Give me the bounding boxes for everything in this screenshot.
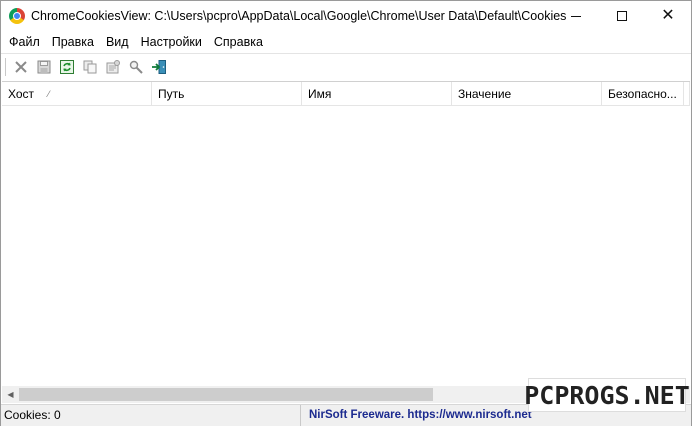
menu-edit[interactable]: Правка — [46, 32, 100, 52]
copy-icon — [83, 60, 96, 73]
exit-button[interactable] — [148, 57, 169, 77]
menu-help[interactable]: Справка — [208, 32, 269, 52]
title-bar[interactable]: ChromeCookiesView: C:\Users\pcpro\AppDat… — [1, 1, 691, 31]
save-button[interactable] — [33, 57, 54, 77]
save-icon — [37, 60, 50, 73]
column-label-value: Значение — [458, 87, 512, 101]
column-header-secure[interactable]: Безопасно... — [602, 82, 684, 106]
close-icon: ✕ — [661, 7, 675, 24]
column-label-name: Имя — [308, 87, 332, 101]
cookies-list[interactable]: Хост ⁄ Путь Имя Значение Безопасно... ◀ … — [2, 81, 690, 403]
cookies-count: Cookies: 0 — [1, 404, 301, 426]
app-window: ChromeCookiesView: C:\Users\pcpro\AppDat… — [0, 0, 692, 426]
delete-button[interactable] — [10, 57, 31, 77]
close-button[interactable]: ✕ — [645, 1, 691, 31]
menu-file[interactable]: Файл — [3, 32, 46, 52]
list-body[interactable] — [2, 106, 690, 386]
sort-ascending-icon: ⁄ — [48, 89, 50, 99]
scrollbar-thumb[interactable] — [19, 388, 433, 401]
exit-icon — [151, 59, 166, 74]
column-header-overflow[interactable] — [684, 82, 690, 106]
chrome-app-icon — [9, 8, 25, 24]
column-label-path: Путь — [158, 87, 185, 101]
delete-icon — [14, 60, 27, 73]
column-header-value[interactable]: Значение — [452, 82, 602, 106]
column-header-path[interactable]: Путь — [152, 82, 302, 106]
toolbar-separator — [5, 57, 6, 76]
column-header-name[interactable]: Имя — [302, 82, 452, 106]
maximize-button[interactable] — [599, 1, 645, 31]
properties-button[interactable] — [102, 57, 123, 77]
find-button[interactable] — [125, 57, 146, 77]
refresh-icon — [59, 59, 74, 74]
watermark-logo: PCPROGS.NET — [524, 378, 690, 412]
menu-options[interactable]: Настройки — [135, 32, 208, 52]
nirsoft-link[interactable]: NirSoft Freeware. https://www.nirsoft.ne… — [301, 405, 532, 426]
column-header-host[interactable]: Хост ⁄ — [2, 82, 152, 106]
list-header: Хост ⁄ Путь Имя Значение Безопасно... — [2, 82, 690, 106]
find-icon — [129, 60, 143, 74]
column-label-secure: Безопасно... — [608, 87, 677, 101]
properties-icon — [106, 59, 120, 73]
menu-view[interactable]: Вид — [100, 32, 135, 52]
minimize-icon — [571, 15, 581, 17]
refresh-button[interactable] — [56, 57, 77, 77]
column-label-host: Хост — [8, 87, 35, 101]
toolbar — [1, 53, 691, 79]
copy-button[interactable] — [79, 57, 100, 77]
window-title: ChromeCookiesView: C:\Users\pcpro\AppDat… — [31, 9, 567, 23]
menu-bar: Файл Правка Вид Настройки Справка — [1, 31, 691, 53]
minimize-button[interactable] — [553, 1, 599, 31]
maximize-icon — [617, 11, 627, 21]
scroll-left-icon[interactable]: ◀ — [2, 386, 19, 403]
